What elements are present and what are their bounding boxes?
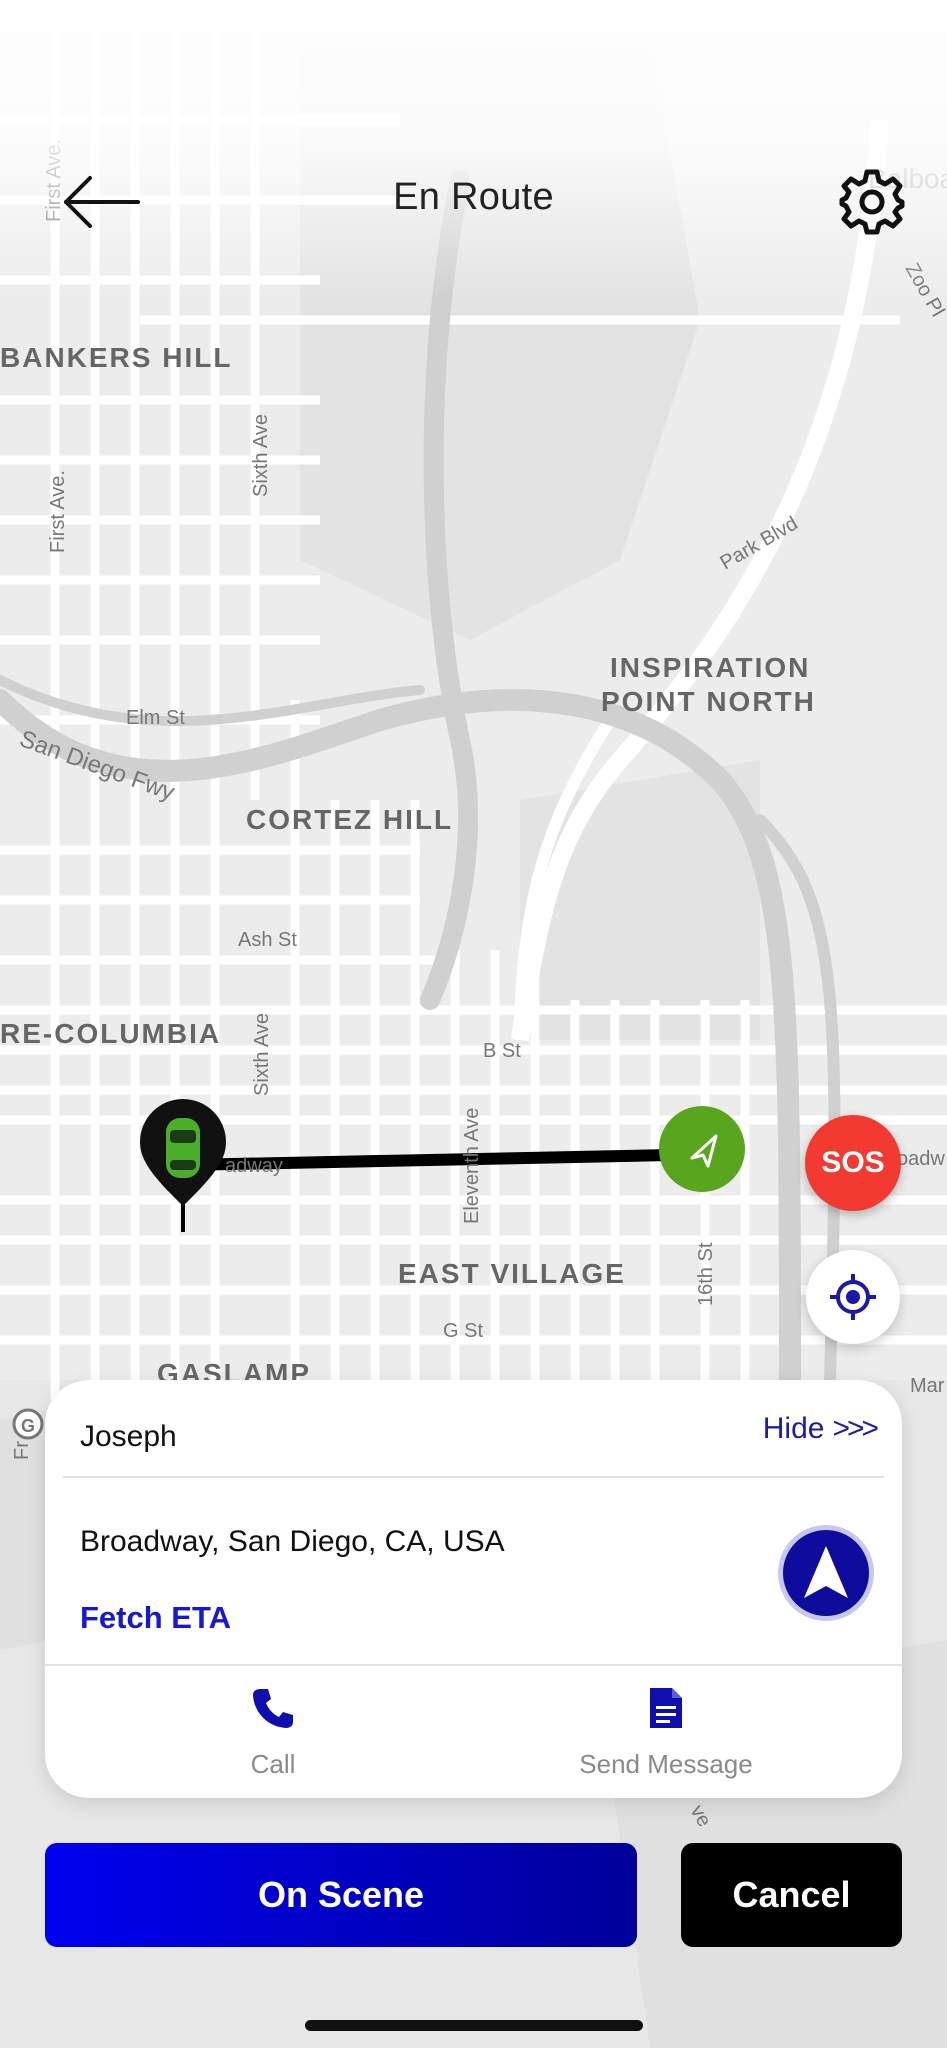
navigate-button[interactable] <box>778 1525 874 1621</box>
settings-button[interactable] <box>838 168 906 236</box>
destination-address: Broadway, San Diego, CA, USA <box>80 1525 505 1558</box>
map-label-eleventh-ave: Eleventh Ave <box>461 1108 483 1224</box>
map-attribution-icon: G <box>12 1408 44 1440</box>
map-label-inspiration: INSPIRATION <box>610 652 810 683</box>
page-title: En Route <box>393 176 554 218</box>
map-label-first-ave-2: First Ave. <box>47 470 69 553</box>
svg-text:G: G <box>21 1416 35 1436</box>
map-label-g-st: G St <box>443 1320 483 1342</box>
map-label-sixth-ave-2: Sixth Ave <box>251 1013 273 1096</box>
map-label-sixth-ave-1: Sixth Ave <box>250 414 272 497</box>
map-label-cortez-hill: CORTEZ HILL <box>246 804 453 835</box>
map-label-elm-st: Elm St <box>126 707 185 729</box>
map-label-columbia: RE-COLUMBIA <box>0 1018 221 1049</box>
recenter-button[interactable] <box>806 1250 900 1344</box>
map-label-broadway-left: adway <box>225 1155 283 1177</box>
send-message-label: Send Message <box>579 1749 753 1779</box>
map-label-b-st: B St <box>483 1040 521 1062</box>
map-label-east-village: EAST VILLAGE <box>398 1258 626 1289</box>
map-label-ash-st: Ash St <box>238 929 297 951</box>
trip-card: Joseph Hide >>> Broadway, San Diego, CA, … <box>45 1380 902 1798</box>
phone-icon <box>253 1689 293 1728</box>
crosshair-icon <box>830 1274 876 1320</box>
document-icon <box>650 1688 682 1728</box>
sos-button[interactable]: SOS <box>805 1115 901 1211</box>
chevrons-right-icon: >>> <box>832 1412 879 1445</box>
call-action[interactable]: Call <box>123 1686 423 1780</box>
map-label-market: Mar <box>910 1375 945 1397</box>
map-label-bankers-hill: BANKERS HILL <box>0 342 232 373</box>
send-message-action[interactable]: Send Message <box>516 1686 816 1780</box>
navigation-arrow-icon <box>804 1546 848 1598</box>
home-indicator <box>305 2020 643 2031</box>
card-divider <box>63 1476 884 1478</box>
destination-marker[interactable] <box>659 1106 745 1192</box>
hide-label: Hide <box>762 1412 825 1445</box>
map-label-point-north: POINT NORTH <box>601 686 816 717</box>
hide-button[interactable]: Hide >>> <box>762 1412 879 1446</box>
on-scene-button[interactable]: On Scene <box>45 1843 637 1947</box>
fetch-eta-link[interactable]: Fetch ETA <box>80 1600 231 1636</box>
gear-icon <box>839 169 905 235</box>
cancel-button[interactable]: Cancel <box>681 1843 902 1947</box>
call-label: Call <box>250 1749 296 1779</box>
rider-name: Joseph <box>80 1420 177 1453</box>
map-label-broadway-right: oadw <box>897 1148 945 1170</box>
map-label-16th-st: 16th St <box>695 1242 717 1306</box>
card-divider-2 <box>45 1664 902 1666</box>
